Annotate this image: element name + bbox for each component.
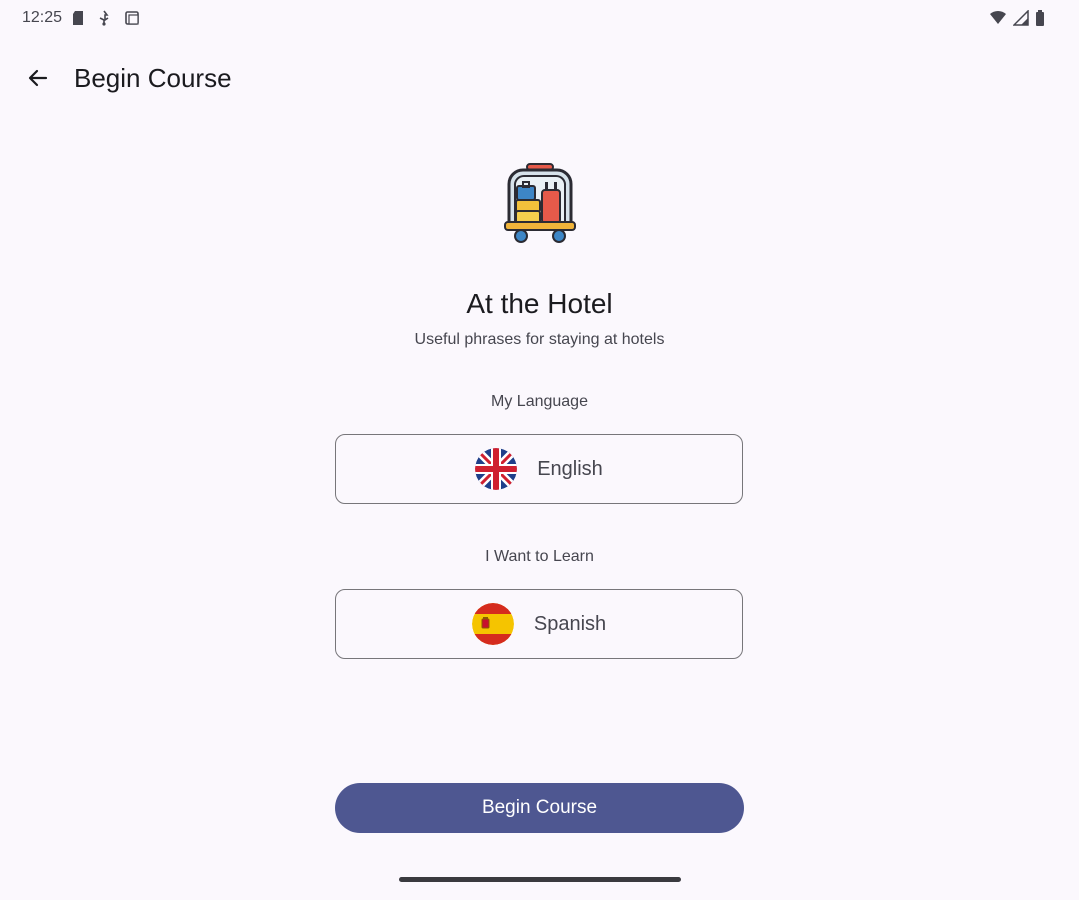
usb-debug-icon bbox=[99, 10, 109, 26]
status-time: 12:25 bbox=[22, 9, 63, 26]
begin-course-button[interactable]: Begin Course bbox=[335, 783, 744, 833]
top-app-bar: Begin Course bbox=[0, 46, 1079, 110]
learn-language-value: Spanish bbox=[533, 612, 607, 635]
uk-flag-icon bbox=[475, 448, 518, 490]
my-language-value: English bbox=[537, 457, 603, 480]
arrow-back-icon bbox=[28, 69, 48, 87]
page-title: Begin Course bbox=[74, 63, 232, 93]
cellular-signal-icon bbox=[1013, 10, 1029, 26]
my-language-label: My Language bbox=[491, 393, 588, 410]
my-language-button[interactable]: English bbox=[335, 434, 743, 504]
learn-language-button[interactable]: Spanish bbox=[335, 589, 743, 659]
battery-icon bbox=[1036, 10, 1044, 26]
status-bar: 12:25 bbox=[0, 0, 1079, 38]
screenshot-icon bbox=[125, 11, 139, 25]
home-indicator[interactable] bbox=[399, 877, 681, 882]
course-title: At the Hotel bbox=[466, 288, 613, 319]
wifi-icon bbox=[990, 10, 1006, 24]
sd-card-icon bbox=[73, 11, 83, 25]
back-button[interactable] bbox=[16, 56, 60, 100]
luggage-cart-icon bbox=[504, 163, 576, 243]
course-subtitle: Useful phrases for staying at hotels bbox=[414, 331, 665, 348]
status-right-icons bbox=[989, 10, 1045, 26]
spain-flag-icon bbox=[471, 603, 514, 645]
status-left-icons bbox=[72, 10, 140, 26]
learn-language-label: I Want to Learn bbox=[485, 548, 594, 565]
